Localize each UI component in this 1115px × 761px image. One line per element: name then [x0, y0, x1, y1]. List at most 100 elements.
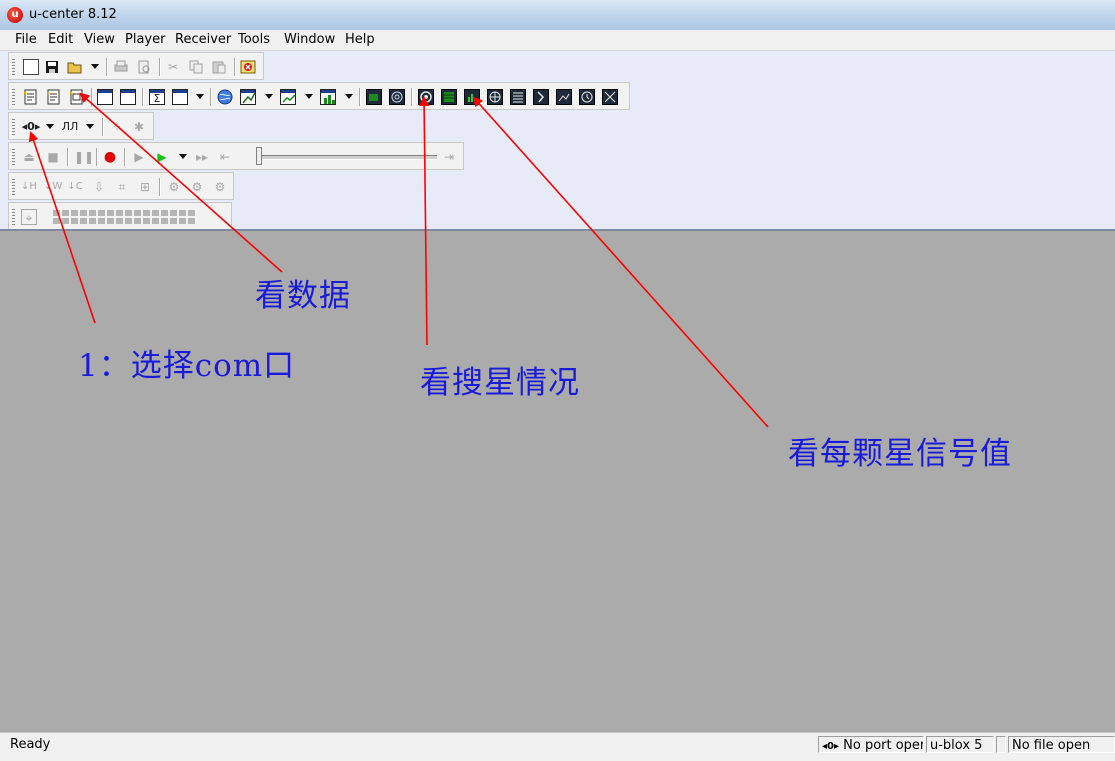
- save-icon[interactable]: [44, 59, 60, 75]
- menu-edit[interactable]: Edit: [47, 32, 74, 48]
- messages-view-icon[interactable]: [97, 89, 113, 105]
- menu-receiver[interactable]: Receiver: [174, 32, 232, 48]
- mdi-workspace: [0, 231, 1115, 732]
- satellite-status-toolbar: ⌖: [8, 202, 232, 230]
- bar-chart-dropdown-icon[interactable]: [345, 94, 353, 99]
- histogram-view-icon[interactable]: [280, 89, 296, 105]
- status-pane-blank: [996, 736, 1006, 753]
- file-status-pane: No file open: [1008, 736, 1115, 753]
- toolbar-grip[interactable]: [12, 179, 15, 195]
- toolbar-separator: [411, 88, 413, 106]
- binary-console-view-icon[interactable]: [69, 89, 85, 105]
- table-view-icon[interactable]: [172, 89, 188, 105]
- copy-icon[interactable]: [188, 59, 204, 75]
- close-source-icon[interactable]: [240, 59, 256, 75]
- window-title: u-center 8.12: [29, 7, 117, 22]
- sky-view-icon[interactable]: [389, 89, 405, 105]
- deviation-map-view-icon[interactable]: [366, 89, 382, 105]
- speed-view-icon[interactable]: [533, 89, 549, 105]
- toolbar-separator: [106, 58, 108, 76]
- menu-tools[interactable]: Tools: [237, 32, 271, 48]
- new-file-icon[interactable]: [23, 59, 39, 75]
- cold-start-icon[interactable]: ↓C: [67, 179, 83, 195]
- toolbar-grip[interactable]: [12, 149, 15, 165]
- signal-strength-view-icon[interactable]: [464, 89, 480, 105]
- satellite-sky-view-icon[interactable]: [418, 89, 434, 105]
- warm-start-icon[interactable]: ↓W: [44, 179, 62, 195]
- spectrum-view-icon[interactable]: [602, 89, 618, 105]
- compass-view-icon[interactable]: [487, 89, 503, 105]
- receiver-settings-icon[interactable]: ⚙: [189, 179, 205, 195]
- baudrate-dropdown-icon[interactable]: [86, 124, 94, 129]
- go-to-start-icon[interactable]: ⇤: [217, 149, 233, 165]
- toolbar-grip[interactable]: [12, 59, 15, 75]
- cut-icon[interactable]: ✂: [165, 59, 181, 75]
- gear-icon[interactable]: ⚙: [212, 179, 228, 195]
- com-port-dropdown-icon[interactable]: [46, 124, 54, 129]
- packet-console-view-icon[interactable]: [46, 89, 62, 105]
- toolbar-separator: [67, 148, 69, 166]
- menu-view[interactable]: View: [83, 32, 116, 48]
- menu-file[interactable]: File: [14, 32, 38, 48]
- toolbar-separator: [91, 88, 93, 106]
- chart-view-icon[interactable]: [240, 89, 256, 105]
- com-port-icon[interactable]: ◂0▸: [21, 119, 41, 135]
- configuration-view-icon[interactable]: [120, 89, 136, 105]
- playback-slider-track[interactable]: [259, 155, 437, 160]
- eject-icon[interactable]: ⏏: [21, 149, 37, 165]
- menu-help[interactable]: Help: [344, 32, 376, 48]
- clock-view-icon[interactable]: [579, 89, 595, 105]
- record-icon[interactable]: ●: [102, 149, 118, 165]
- hot-start-icon[interactable]: ↓H: [21, 179, 37, 195]
- views-toolbar: Σ: [8, 82, 630, 110]
- satellite-level-view-icon[interactable]: [441, 89, 457, 105]
- data-list-view-icon[interactable]: [510, 89, 526, 105]
- step-forward-icon[interactable]: ▶︎: [131, 149, 147, 165]
- open-folder-icon[interactable]: [67, 59, 83, 75]
- agps-icon[interactable]: ⊞: [137, 179, 153, 195]
- play-icon[interactable]: ▶: [154, 149, 170, 165]
- status-ready-text: Ready: [10, 737, 51, 752]
- statistic-view-icon[interactable]: Σ: [149, 89, 165, 105]
- text-console-view-icon[interactable]: [23, 89, 39, 105]
- download-config-icon[interactable]: ⇩: [91, 179, 107, 195]
- table-view-dropdown-icon[interactable]: [196, 94, 204, 99]
- menu-player[interactable]: Player: [124, 32, 166, 48]
- autobauding-icon[interactable]: ⁘: [109, 119, 125, 135]
- paste-icon[interactable]: [211, 59, 227, 75]
- menu-window[interactable]: Window: [283, 32, 336, 48]
- menu-bar: File Edit View Player Receiver Tools Win…: [0, 30, 1115, 51]
- go-to-end-icon[interactable]: ⇥: [441, 149, 457, 165]
- bar-chart-view-icon[interactable]: [320, 89, 336, 105]
- aiding-icon[interactable]: ⌗: [114, 179, 130, 195]
- toolbar-separator: [234, 58, 236, 76]
- toolbar-grip[interactable]: [12, 119, 15, 135]
- baudrate-icon[interactable]: ЛЛ: [61, 119, 79, 135]
- play-dropdown-icon[interactable]: [179, 154, 187, 159]
- debug-bug-icon[interactable]: ✱: [131, 119, 147, 135]
- satellite-status-icon[interactable]: ⌖: [21, 209, 37, 225]
- toolbar-separator: [159, 178, 161, 196]
- stop-icon[interactable]: ■: [45, 149, 61, 165]
- print-icon[interactable]: [113, 59, 129, 75]
- player-toolbar: ⏏ ■ ❚❚ ● ▶︎ ▶ ▸▸ ⇤ ⇥: [8, 142, 464, 170]
- receiver-toolbar: ↓H ↓W ↓C ⇩ ⌗ ⊞ ⚙ ⚙ ⚙: [8, 172, 234, 200]
- histogram-dropdown-icon[interactable]: [305, 94, 313, 99]
- toolbar-grip[interactable]: [12, 209, 15, 225]
- receiver-type-pane: u-blox 5: [926, 736, 994, 753]
- world-map-view-icon[interactable]: [217, 89, 233, 105]
- firmware-update-icon[interactable]: ⚙: [166, 179, 182, 195]
- playback-slider-thumb[interactable]: [256, 147, 262, 165]
- port-status-text: No port open: [843, 738, 924, 753]
- title-bar[interactable]: u u-center 8.12: [0, 0, 1115, 31]
- annotation-view-data: 看数据: [255, 278, 351, 314]
- altitude-view-icon[interactable]: [556, 89, 572, 105]
- toolbar-separator: [102, 118, 104, 136]
- toolbar-separator: [210, 88, 212, 106]
- toolbar-grip[interactable]: [12, 89, 15, 105]
- print-preview-icon[interactable]: [136, 59, 152, 75]
- open-dropdown-icon[interactable]: [91, 64, 99, 69]
- pause-icon[interactable]: ❚❚: [74, 149, 94, 165]
- chart-view-dropdown-icon[interactable]: [265, 94, 273, 99]
- fast-forward-icon[interactable]: ▸▸: [194, 149, 210, 165]
